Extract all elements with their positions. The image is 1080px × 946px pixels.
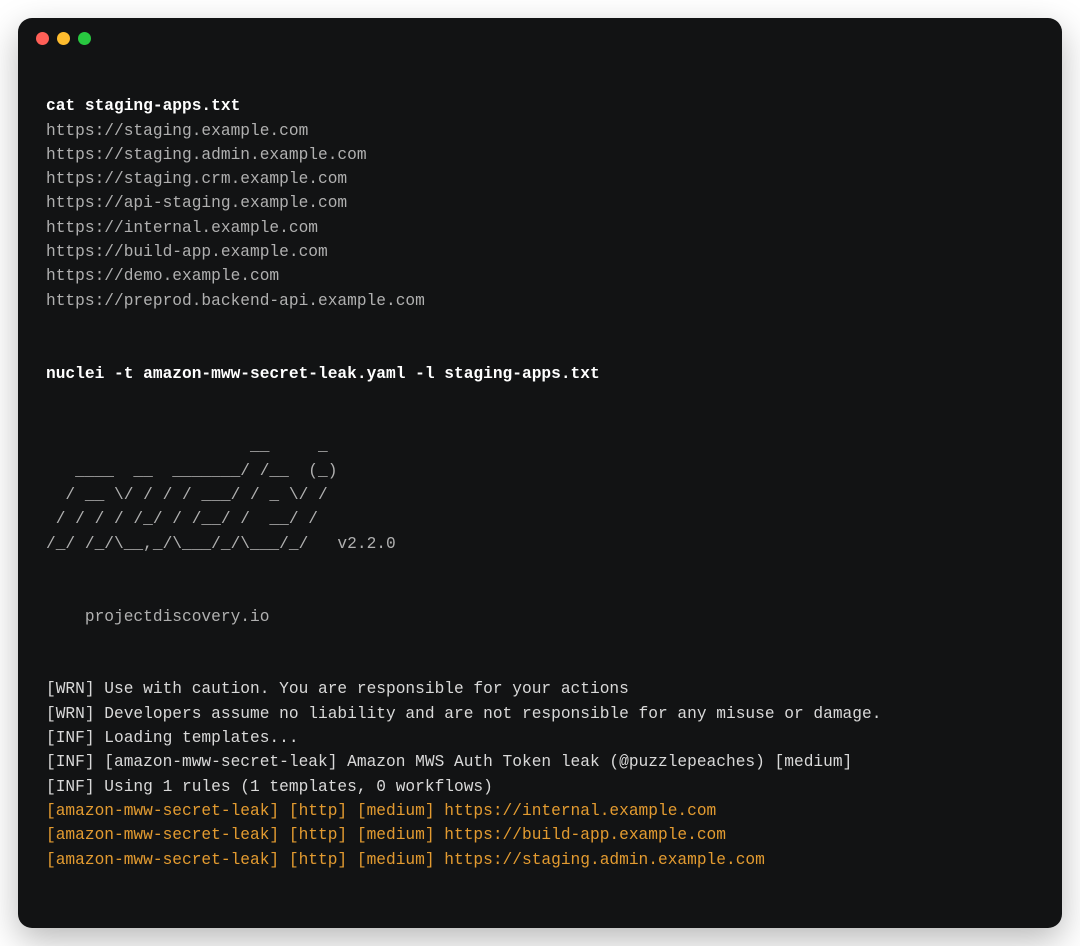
log-line: [WRN] Use with caution. You are responsi… — [46, 680, 629, 698]
file-line: https://internal.example.com — [46, 219, 318, 237]
file-line: https://staging.crm.example.com — [46, 170, 347, 188]
file-line: https://demo.example.com — [46, 267, 279, 285]
file-line: https://build-app.example.com — [46, 243, 328, 261]
ascii-banner-line: / __ \/ / / / ___/ / _ \/ / — [46, 486, 328, 504]
file-line: https://staging.admin.example.com — [46, 146, 367, 164]
ascii-banner-line: ____ __ _______/ /__ (_) — [46, 462, 337, 480]
log-line: [INF] Using 1 rules (1 templates, 0 work… — [46, 778, 493, 796]
zoom-icon[interactable] — [78, 32, 91, 45]
log-line: [WRN] Developers assume no liability and… — [46, 705, 881, 723]
file-line: https://api-staging.example.com — [46, 194, 347, 212]
tagline: projectdiscovery.io — [46, 608, 269, 626]
ascii-banner-line: / / / / /_/ / /__/ / __/ / — [46, 510, 318, 528]
result-line: [amazon-mww-secret-leak] [http] [medium]… — [46, 802, 716, 820]
command-cat: cat staging-apps.txt — [46, 97, 240, 115]
close-icon[interactable] — [36, 32, 49, 45]
file-line: https://staging.example.com — [46, 122, 308, 140]
ascii-banner-line: /_/ /_/\__,_/\___/_/\___/_/ v2.2.0 — [46, 535, 396, 553]
file-line: https://preprod.backend-api.example.com — [46, 292, 425, 310]
terminal-output[interactable]: cat staging-apps.txt https://staging.exa… — [18, 58, 1062, 928]
minimize-icon[interactable] — [57, 32, 70, 45]
result-line: [amazon-mww-secret-leak] [http] [medium]… — [46, 826, 726, 844]
terminal-window: cat staging-apps.txt https://staging.exa… — [18, 18, 1062, 928]
ascii-banner-line: __ _ — [46, 437, 328, 455]
log-line: [INF] [amazon-mww-secret-leak] Amazon MW… — [46, 753, 852, 771]
command-nuclei: nuclei -t amazon-mww-secret-leak.yaml -l… — [46, 365, 600, 383]
titlebar — [18, 18, 1062, 58]
log-line: [INF] Loading templates... — [46, 729, 299, 747]
result-line: [amazon-mww-secret-leak] [http] [medium]… — [46, 851, 765, 869]
